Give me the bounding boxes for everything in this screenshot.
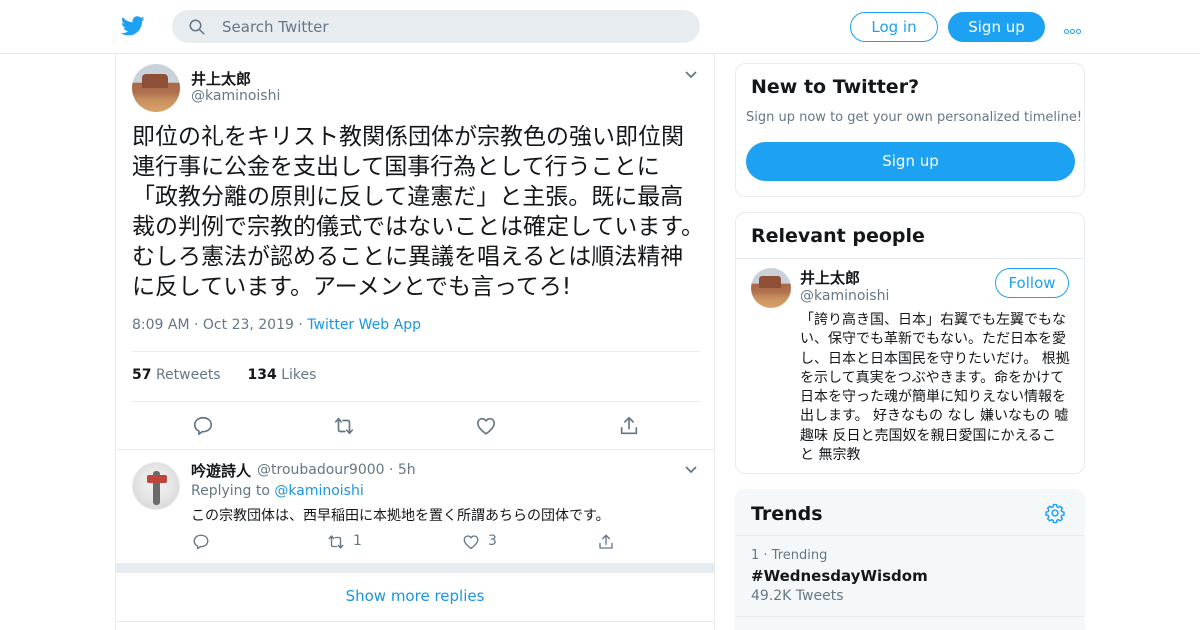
twitter-bird-icon[interactable] <box>120 14 146 38</box>
follow-button[interactable]: Follow <box>995 268 1069 298</box>
top-bar: Search Twitter Log in Sign up <box>0 0 1200 54</box>
search-icon <box>189 19 205 35</box>
signup-button[interactable]: Sign up <box>948 12 1045 42</box>
divider <box>116 449 714 450</box>
avatar[interactable] <box>132 64 180 112</box>
divider <box>132 351 700 352</box>
relevant-person-bio: 「誇り高き国、日本」右翼でも左翼でもない、保守でも革新でもない。ただ日本を愛し、… <box>800 312 1070 464</box>
login-button[interactable]: Log in <box>850 12 938 42</box>
chevron-down-icon[interactable] <box>684 70 698 80</box>
like-count: 3 <box>488 533 497 549</box>
tweet-column: 井上太郎 @kaminoishi 即位の礼をキリスト教関係団体が宗教色の強い即位… <box>115 54 715 630</box>
reply-icon[interactable] <box>192 415 214 437</box>
relevant-person-name[interactable]: 井上太郎 <box>800 267 860 288</box>
divider <box>736 258 1084 259</box>
retweet-icon[interactable] <box>333 415 355 437</box>
replying-to: Replying to @kaminoishi <box>191 483 364 499</box>
card-title: Trends <box>751 503 823 525</box>
avatar[interactable] <box>751 268 791 308</box>
replying-prefix: Replying to <box>191 483 270 499</box>
retweets-stat[interactable]: 57 Retweets <box>132 367 221 383</box>
reply-text: この宗教団体は、西早稲田に本拠地を置く所謂あちらの団体です。 <box>191 508 610 524</box>
reply-author-handle[interactable]: @troubadour9000 · 5h <box>257 462 416 478</box>
trend-count: 49.2K Tweets <box>751 588 844 604</box>
tweet-source[interactable]: Twitter Web App <box>307 317 421 333</box>
trend-meta: 1 · Trending <box>751 548 828 563</box>
reply-icon[interactable] <box>192 533 210 551</box>
divider <box>132 401 700 402</box>
likes-stat[interactable]: 134 Likes <box>248 367 317 383</box>
card-title: New to Twitter? <box>751 76 920 98</box>
gear-icon[interactable] <box>1044 502 1066 524</box>
avatar[interactable] <box>132 462 180 510</box>
author-handle[interactable]: @kaminoishi <box>191 88 280 104</box>
search-input[interactable]: Search Twitter <box>172 10 700 43</box>
card-subtitle: Sign up now to get your own personalized… <box>746 110 1083 125</box>
share-icon[interactable] <box>618 415 640 437</box>
new-to-twitter-card: New to Twitter? Sign up now to get your … <box>735 63 1085 197</box>
more-dots-icon[interactable] <box>1064 19 1086 34</box>
reply-author-name[interactable]: 吟遊詩人 <box>191 460 251 481</box>
tweet-time[interactable]: 8:09 AM <box>132 317 190 333</box>
share-icon[interactable] <box>597 533 615 551</box>
thread-separator <box>116 563 714 573</box>
trends-card: Trends 1 · Trending #WednesdayWisdom 49.… <box>735 489 1085 630</box>
tweet-timestamp: 8:09 AM · Oct 23, 2019 · Twitter Web App <box>132 317 421 333</box>
author-name[interactable]: 井上太郎 <box>191 68 251 89</box>
signup-card-button[interactable]: Sign up <box>746 142 1075 181</box>
chevron-down-icon[interactable] <box>684 465 698 475</box>
relevant-person-handle[interactable]: @kaminoishi <box>800 288 889 304</box>
divider <box>736 616 1084 617</box>
retweet-icon[interactable] <box>327 533 345 551</box>
search-placeholder: Search Twitter <box>222 18 329 36</box>
meta-separator: · <box>298 317 308 333</box>
like-icon[interactable] <box>475 415 497 437</box>
show-more-replies-link[interactable]: Show more replies <box>116 587 714 605</box>
meta-separator: · <box>194 317 203 333</box>
tweet-date[interactable]: Oct 23, 2019 <box>203 317 294 333</box>
like-icon[interactable] <box>462 533 480 551</box>
divider <box>736 535 1084 536</box>
card-title: Relevant people <box>751 225 925 247</box>
tweet-stats: 57 Retweets 134 Likes <box>132 367 316 383</box>
retweet-count: 1 <box>353 533 362 549</box>
relevant-people-card: Relevant people 井上太郎 @kaminoishi Follow … <box>735 212 1085 474</box>
replying-mention[interactable]: @kaminoishi <box>274 483 363 499</box>
divider <box>116 621 714 622</box>
tweet-text: 即位の礼をキリスト教関係団体が宗教色の強い即位関連行事に公金を支出して国事行為と… <box>132 124 705 300</box>
trend-name[interactable]: #WednesdayWisdom <box>751 567 928 585</box>
